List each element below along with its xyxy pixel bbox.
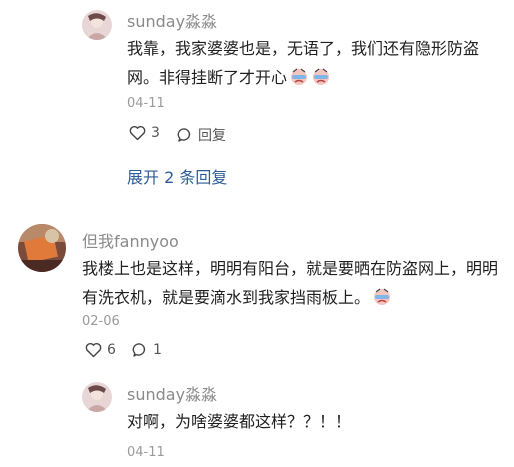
like-count: 6 [107, 342, 116, 358]
reply-label: 回复 [198, 128, 226, 144]
like-button[interactable]: 6 [85, 342, 116, 358]
comment-date: 04-11 [127, 96, 165, 111]
comment-text: 我靠，我家婆婆也是，无语了，我们还有隐形防盗网。非得挂断了才开心 [127, 39, 480, 87]
comment-author[interactable]: sunday淼淼 [127, 8, 217, 32]
expand-replies-link[interactable]: 展开 2 条回复 [127, 164, 227, 188]
heart-icon [85, 343, 102, 358]
reply-count: 1 [153, 342, 162, 358]
comment-author[interactable]: sunday淼淼 [127, 381, 217, 405]
crying-emoji-icon [313, 68, 330, 85]
comment-text: 我楼上也是这样，明明有阳台，就是要晒在防盗网上，明明有洗衣机，就是要滴水到我家挡… [82, 259, 499, 307]
reply-button[interactable]: 1 [132, 342, 162, 358]
crying-emoji-icon [374, 288, 391, 305]
like-count: 3 [151, 125, 160, 141]
comment-date: 04-11 [127, 445, 165, 460]
avatar[interactable] [18, 224, 66, 272]
comment-bubble-icon [132, 343, 146, 357]
like-button[interactable]: 3 [129, 125, 160, 141]
reply-button[interactable]: 回复 [177, 125, 226, 145]
comment-text: 对啊，为啥婆婆都这样？？！！ [127, 412, 352, 431]
comment-author[interactable]: 但我fannyoo [82, 228, 179, 252]
comment-date: 02-06 [82, 314, 120, 329]
avatar[interactable] [82, 382, 112, 412]
heart-icon [129, 126, 146, 141]
comment-bubble-icon [177, 128, 191, 142]
avatar[interactable] [82, 10, 112, 40]
crying-emoji-icon [291, 68, 308, 85]
